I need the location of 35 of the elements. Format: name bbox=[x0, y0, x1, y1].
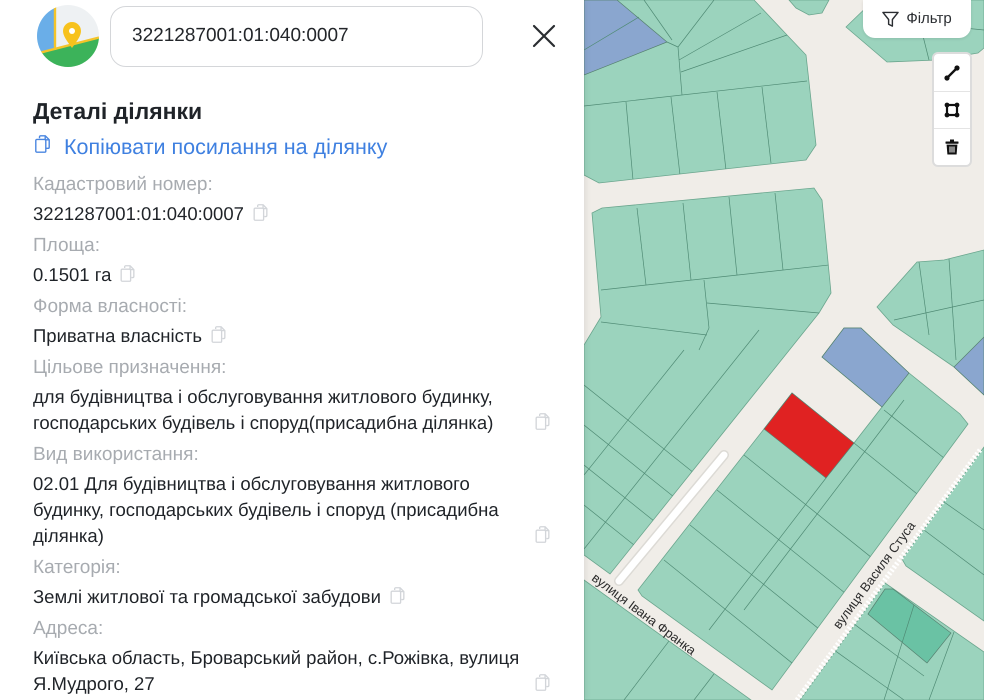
filter-icon bbox=[882, 10, 900, 28]
field-label: Кадастровий номер: bbox=[33, 173, 213, 197]
panel-title: Деталі ділянки bbox=[33, 97, 202, 126]
field-value: 3221287001:01:040:0007 bbox=[33, 202, 244, 226]
copy-icon[interactable] bbox=[120, 265, 136, 282]
field-value: Приватна власність bbox=[33, 324, 202, 348]
parcel-boundary bbox=[928, 632, 954, 700]
field-label: Цільове призначення: bbox=[33, 356, 226, 380]
filter-button[interactable]: Фільтр bbox=[863, 0, 971, 38]
trash-icon bbox=[944, 139, 960, 155]
copy-icon[interactable] bbox=[390, 587, 405, 604]
copy-icon[interactable] bbox=[535, 526, 550, 543]
field-label: Адреса: bbox=[33, 617, 104, 641]
copy-icon[interactable] bbox=[252, 204, 268, 221]
field-label: Вид використання: bbox=[33, 443, 199, 467]
close-icon bbox=[532, 24, 556, 48]
field-value: 02.01 Для будівництва і обслуговування житлового будинку, господарських будівель і споруд (присадибна ділянка) bbox=[33, 472, 500, 548]
copy-link[interactable]: Копіювати посилання на ділянку bbox=[64, 133, 388, 161]
copy-icon[interactable] bbox=[535, 674, 550, 691]
field-value: для будівництва і обслуговування житлового будинку, господарських будівель і споруд(присадибна ділянка) bbox=[33, 385, 494, 435]
parcel-boundary bbox=[694, 674, 714, 700]
field-label: Категорія: bbox=[33, 556, 121, 580]
field-value: Землі житлової та громадської забудови bbox=[33, 585, 381, 609]
copy-icon[interactable] bbox=[535, 413, 550, 430]
field-label: Форма власності: bbox=[33, 295, 188, 319]
copy-icon[interactable] bbox=[210, 326, 226, 343]
field-value: Київська область, Броварський район, с.Рожівка, вулиця Я.Мудрого, 27 bbox=[33, 646, 520, 696]
copy-icon[interactable] bbox=[35, 135, 50, 153]
square-polygon-icon bbox=[944, 102, 960, 118]
land-parcel bbox=[954, 336, 984, 396]
search-field[interactable]: 3221287001:01:040:0007 bbox=[110, 6, 483, 66]
field-value: 0.1501 га bbox=[33, 263, 112, 287]
line-segment-icon bbox=[944, 64, 960, 80]
field-label: Площа: bbox=[33, 234, 100, 258]
parcel-boundary bbox=[584, 16, 640, 50]
